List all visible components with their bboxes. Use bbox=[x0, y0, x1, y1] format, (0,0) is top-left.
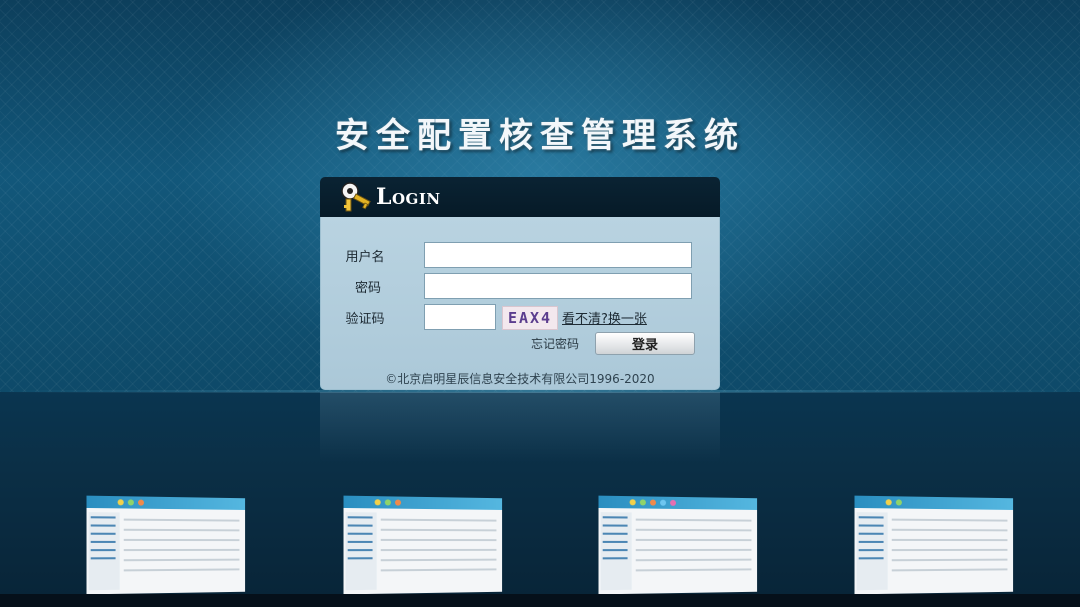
username-input[interactable] bbox=[424, 242, 692, 268]
thumbnail-icon bbox=[138, 500, 144, 506]
panel-reflection bbox=[320, 392, 720, 462]
thumbnail-icon bbox=[118, 499, 124, 505]
captcha-input[interactable] bbox=[424, 304, 496, 330]
thumbnail-icon bbox=[670, 500, 676, 506]
preview-thumbnail bbox=[855, 496, 1014, 595]
thumbnail-icon bbox=[660, 500, 666, 506]
captcha-label: 验证码 bbox=[336, 308, 394, 327]
captcha-image[interactable]: EAX4 bbox=[502, 306, 558, 330]
preview-thumbnail bbox=[87, 496, 246, 595]
login-heading: Login bbox=[376, 184, 441, 210]
bottom-strip bbox=[0, 594, 1080, 607]
thumbnail-icon bbox=[886, 499, 892, 505]
app-title: 安全配置核查管理系统 bbox=[0, 108, 1080, 157]
thumbnail-icon bbox=[128, 499, 134, 505]
password-input[interactable] bbox=[424, 273, 692, 299]
thumbnail-sidebar bbox=[89, 512, 120, 590]
thumbnail-sidebar bbox=[346, 512, 377, 590]
login-button[interactable]: 登录 bbox=[595, 332, 695, 355]
preview-thumbnail bbox=[344, 496, 503, 595]
thumbnail-icon bbox=[630, 499, 636, 505]
preview-thumbnail bbox=[599, 496, 758, 595]
copyright-text: ©北京启明星辰信息安全技术有限公司1996-2020 bbox=[320, 370, 720, 387]
thumbnail-icon bbox=[650, 500, 656, 506]
login-header: Login bbox=[320, 177, 720, 217]
username-label: 用户名 bbox=[336, 246, 394, 265]
key-icon bbox=[340, 181, 374, 213]
thumbnail-sidebar bbox=[857, 512, 888, 590]
thumbnail-sidebar bbox=[601, 512, 632, 590]
forgot-password-link[interactable]: 忘记密码 bbox=[531, 335, 579, 352]
thumbnail-icon bbox=[896, 499, 902, 505]
password-label: 密码 bbox=[339, 277, 397, 296]
thumbnail-icon bbox=[375, 499, 381, 505]
thumbnail-icon bbox=[640, 499, 646, 505]
thumbnail-icon bbox=[395, 500, 401, 506]
thumbnail-icon bbox=[385, 499, 391, 505]
refresh-captcha-link[interactable]: 看不清?换一张 bbox=[562, 308, 647, 327]
